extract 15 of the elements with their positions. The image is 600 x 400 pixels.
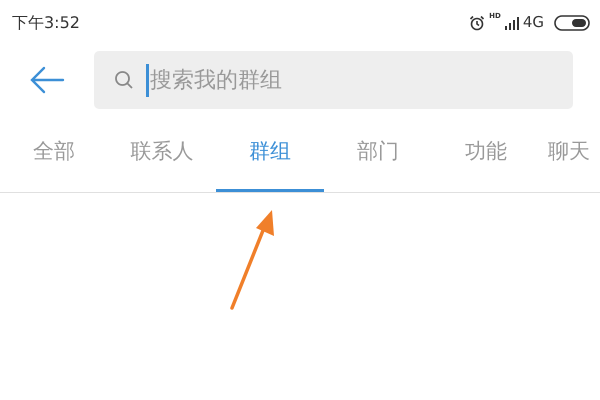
search-field[interactable]: 搜索我的群组 [94,51,573,109]
tab[interactable]: 群组 [216,115,324,192]
alarm-clock-icon [469,14,486,30]
tab[interactable]: 全部 [0,115,108,192]
tab[interactable]: 联系人 [108,115,216,192]
tab[interactable]: 部门 [324,115,432,192]
tab[interactable]: 聊天 [540,115,600,192]
signal-icon [504,16,519,30]
search-input[interactable]: 搜索我的群组 [146,64,573,96]
tab[interactable]: 功能 [432,115,540,192]
network-label: 4G [522,12,544,34]
battery-icon [554,14,590,30]
status-time: 下午3:52 [12,12,80,34]
search-icon [114,70,134,90]
back-arrow-icon [29,66,65,94]
